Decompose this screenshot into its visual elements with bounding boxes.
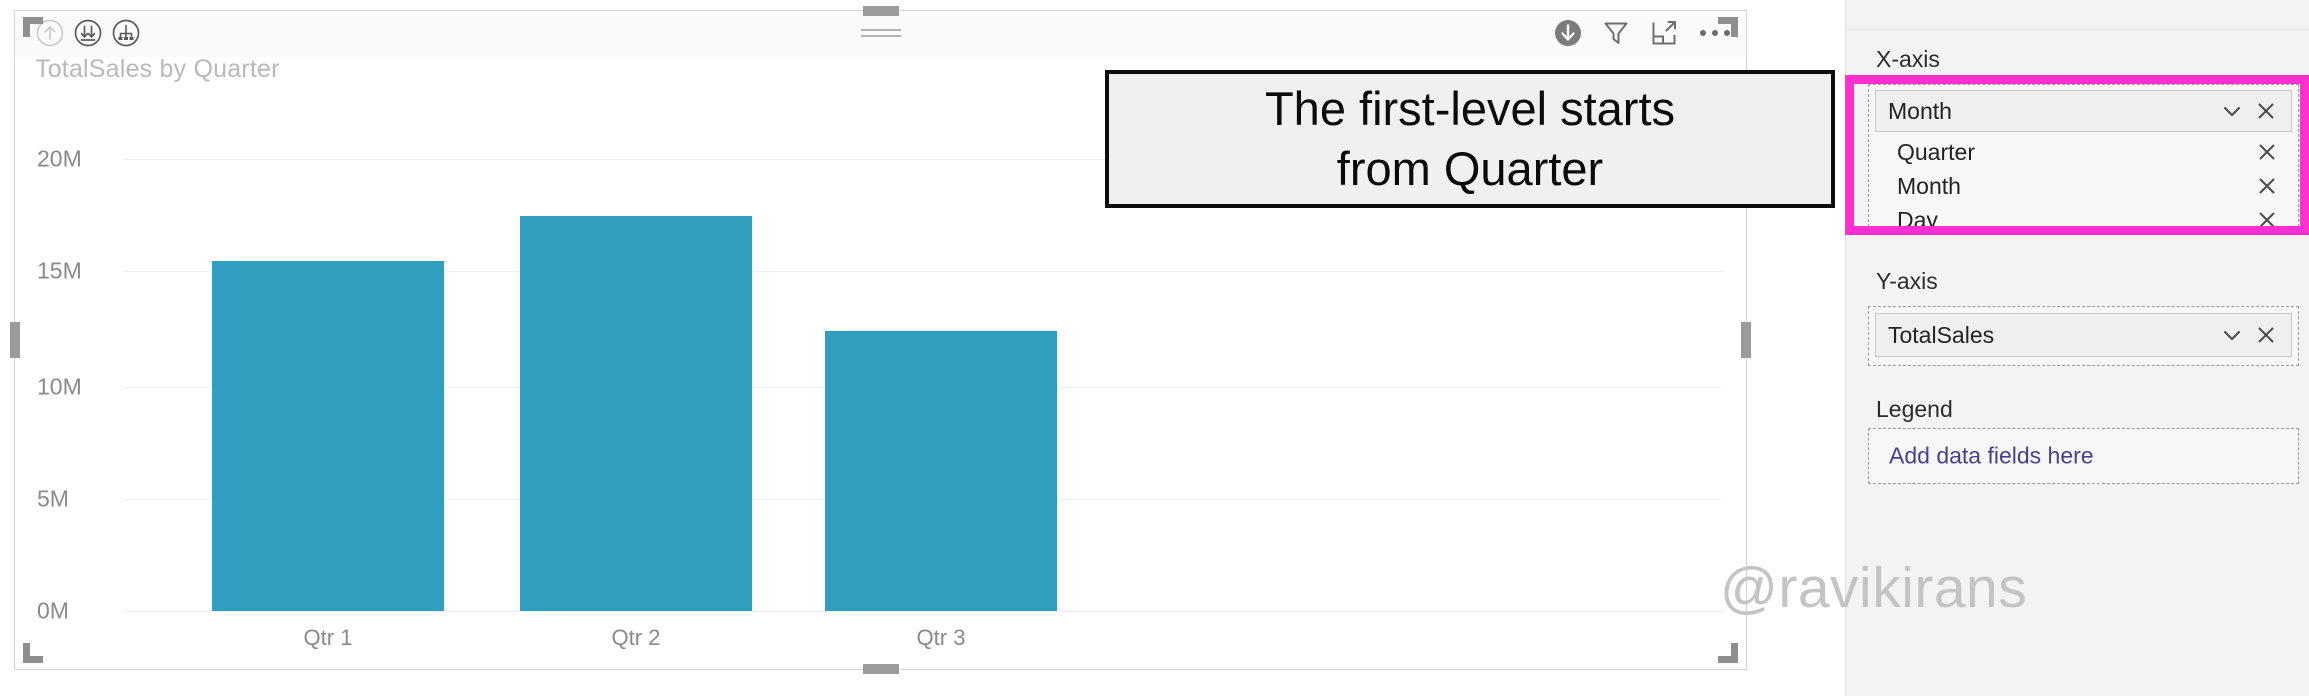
remove-field-icon[interactable] [2253, 98, 2279, 124]
y-axis-dropzone[interactable]: TotalSales [1868, 306, 2299, 366]
bar-qtr-1[interactable] [212, 260, 444, 611]
resize-handle-top-left[interactable] [23, 17, 43, 37]
drag-handle-bar [860, 35, 901, 37]
x-axis-sub-field-label: Day [1897, 206, 1938, 233]
resize-handle-bottom-left[interactable] [23, 643, 43, 663]
x-axis-sub-field-label: Quarter [1897, 138, 1975, 165]
x-axis-dropzone[interactable]: Month Quarter Month Day [1868, 84, 2299, 233]
y-axis-field-pill-totalsales[interactable]: TotalSales [1875, 313, 2292, 357]
resize-handle-bottom-right[interactable] [1718, 643, 1738, 663]
visual-header-actions [1552, 17, 1734, 49]
x-axis-field-label: Month [1888, 97, 1952, 124]
chevron-down-icon[interactable] [2219, 98, 2245, 124]
y-axis-field-label: TotalSales [1888, 321, 1995, 348]
filter-funnel-icon[interactable] [1600, 17, 1632, 49]
x-axis-field-pill-month[interactable]: Month [1875, 90, 2292, 132]
expand-all-hierarchy-icon[interactable] [111, 18, 141, 48]
x-axis-sub-field-month[interactable]: Month [1897, 169, 2292, 203]
callout-line-1: The first-level starts [1264, 81, 1676, 135]
x-axis-sub-field-quarter[interactable]: Quarter [1897, 135, 2292, 169]
drill-mode-active-icon[interactable] [1552, 17, 1584, 49]
annotation-callout: The first-level starts from Quarter [1105, 70, 1835, 208]
resize-handle-left[interactable] [10, 322, 20, 358]
drill-controls-group [35, 18, 141, 48]
callout-line-2: from Quarter [1336, 142, 1604, 195]
y-axis-tick-label: 15M [37, 257, 82, 284]
focus-mode-icon[interactable] [1648, 17, 1680, 49]
remove-field-icon[interactable] [2254, 139, 2280, 165]
y-axis-tick-label: 5M [37, 485, 69, 512]
resize-handle-top[interactable] [862, 6, 899, 16]
watermark: @ravikirans [1720, 556, 2028, 620]
resize-handle-top-right[interactable] [1718, 17, 1738, 37]
drill-down-toggle-icon[interactable] [73, 18, 103, 48]
drag-handle-bar [860, 29, 901, 31]
y-axis-tick-label: 0M [37, 597, 69, 624]
remove-field-icon[interactable] [2254, 207, 2280, 233]
visual-drag-handle[interactable] [860, 29, 901, 38]
panel-top-strip [1846, 0, 2309, 30]
visual-header [15, 11, 1746, 57]
legend-placeholder: Add data fields here [1889, 442, 2094, 469]
chevron-down-icon[interactable] [2219, 322, 2245, 348]
remove-field-icon[interactable] [2253, 322, 2279, 348]
legend-well-label: Legend [1876, 396, 1953, 422]
y-axis-tick-label: 10M [37, 373, 82, 400]
x-axis-tick-label: Qtr 2 [611, 625, 661, 650]
x-axis-sub-field-day[interactable]: Day [1897, 203, 2292, 237]
gridline-0M [123, 611, 1724, 612]
y-axis-tick-label: 20M [37, 145, 82, 172]
x-axis-well-label: X-axis [1876, 46, 1940, 72]
bar-qtr-2[interactable] [520, 215, 752, 611]
legend-dropzone[interactable]: Add data fields here [1868, 428, 2299, 484]
remove-field-icon[interactable] [2254, 173, 2280, 199]
x-axis-tick-label: Qtr 3 [916, 625, 966, 650]
dot [1700, 30, 1706, 36]
resize-handle-bottom[interactable] [862, 664, 899, 674]
resize-handle-right[interactable] [1741, 322, 1751, 358]
x-axis-tick-label: Qtr 1 [303, 625, 353, 650]
y-axis-well-label: Y-axis [1876, 268, 1938, 294]
bar-qtr-3[interactable] [825, 330, 1057, 611]
x-axis-sub-field-label: Month [1897, 172, 1961, 199]
screenshot-root: TotalSales by Quarter 20M 15M 10M 5M 0M … [0, 0, 2309, 696]
visual-title: TotalSales by Quarter [35, 55, 280, 83]
